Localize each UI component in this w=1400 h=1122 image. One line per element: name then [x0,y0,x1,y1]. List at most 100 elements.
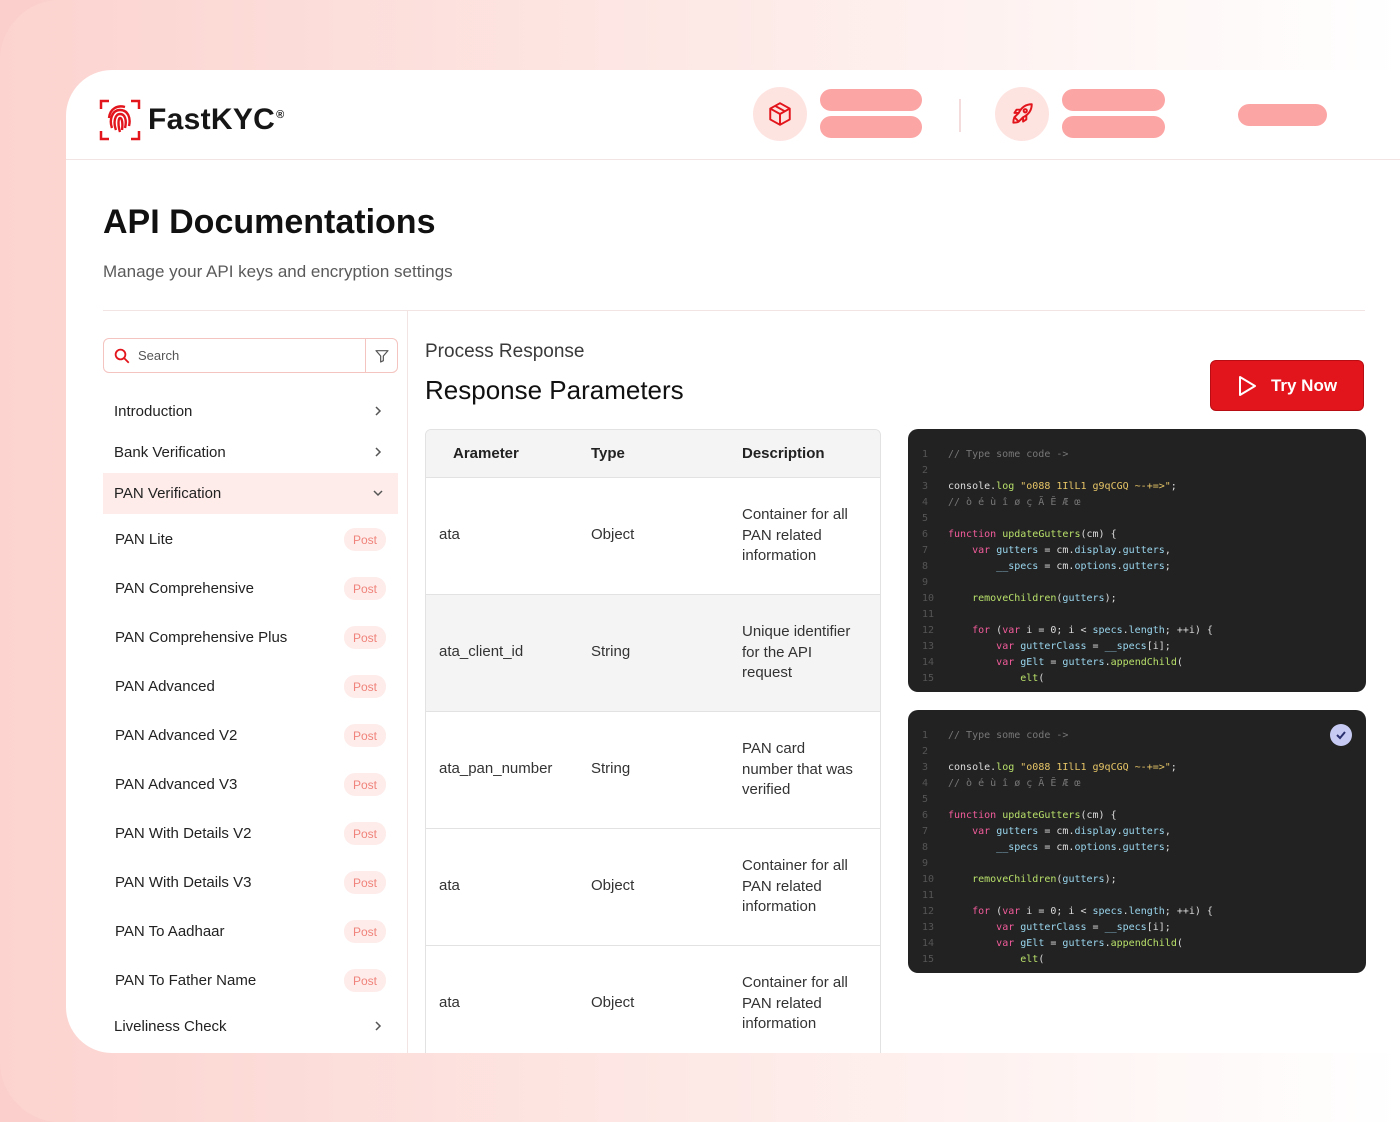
param-cell: ata_pan_number [439,760,553,777]
description-line: PAN card [742,740,806,757]
code-text: console.log "o088 1IlL1 g9qCGQ ~-+=>"; [948,762,1177,773]
play-icon [1238,375,1256,396]
code-text: var gElt = gutters.appendChild( [996,657,1183,668]
line-number: 7 [922,545,929,556]
column-header: Type [591,445,625,462]
sidebar-subitem-pan-with-details-v2[interactable]: PAN With Details V2 Post [103,809,398,858]
description-cell: Unique identifier for the API request [742,622,866,684]
line-number: 12 [922,906,935,917]
sidebar-item-liveliness-check[interactable]: Liveliness Check [103,1006,398,1047]
code-text: elt( [1020,673,1045,684]
sidebar-item-label: Bank Verification [114,444,226,461]
filter-icon [374,349,389,363]
line-number: 15 [922,954,935,965]
sidebar-subitem-label: PAN Advanced V3 [115,776,238,793]
code-text: console.log "o088 1IlL1 g9qCGQ ~-+=>"; [948,481,1177,492]
rocket-icon-button[interactable] [995,87,1049,141]
section-title: Response Parameters [425,375,684,405]
code-text: // ò é ù î ø ç Ã Ē Æ œ [948,497,1081,508]
line-number: 4 [922,497,929,508]
sidebar-subitem-pan-advanced-v2[interactable]: PAN Advanced V2 Post [103,711,398,760]
sidebar-subitem-pan-comprehensive[interactable]: PAN Comprehensive Post [103,564,398,613]
sidebar-subitem-pan-to-father-name[interactable]: PAN To Father Name Post [103,956,398,1005]
line-number: 15 [922,673,935,684]
table-row: ata Object Container for all PAN related inf… [426,829,880,946]
description-line: PAN related [742,994,822,1012]
header-action-placeholder[interactable] [1238,104,1327,126]
param-cell: ata_client_id [439,643,524,660]
sidebar-subitem-label: PAN Comprehensive Plus [115,629,288,646]
code-check-button[interactable] [1330,724,1352,746]
sidebar-divider [407,311,408,1053]
description-line: Container for all [742,974,848,991]
code-text: // Type some code -> [948,449,1069,460]
line-number: 4 [922,778,929,789]
line-number: 7 [922,826,929,837]
code-text: __specs = cm.options.gutters; [996,842,1171,853]
search-icon [114,348,130,363]
table-row: ata_client_id String Unique identifier for … [426,595,880,712]
description-line: for the API [742,643,813,661]
header-placeholder-bar [1062,116,1165,138]
description-line: Container for all [742,857,848,874]
param-cell: ata [439,526,460,543]
type-cell: Object [591,877,635,894]
try-now-label: Try Now [1270,375,1338,395]
brand-logo[interactable]: FastKYC® [98,98,285,142]
sidebar-subitem-label: PAN Lite [115,531,174,548]
method-badge: Post [343,626,386,649]
sidebar-item-pan-verification[interactable]: PAN Verification [103,473,398,514]
table-body: ata Object Container for all PAN related inf… [426,478,880,1053]
code-text: var gutterClass = __specs[i]; [996,922,1171,933]
description-line: Container for all [742,506,848,523]
box-icon [769,102,791,126]
header-divider [959,99,961,132]
code-text: removeChildren(gutters); [972,874,1117,885]
sidebar-item-label: PAN Verification [114,485,222,502]
code-block-2[interactable]: 1 // Type some code -> 2 3 console.log "o088… [908,710,1366,973]
top-header: FastKYC® [66,70,1400,160]
line-number: 3 [922,762,929,773]
code-text: for (var i = 0; i < specs.length; ++i) { [972,906,1213,917]
code-text: function updateGutters(cm) { [948,810,1117,821]
code-text: removeChildren(gutters); [972,593,1117,604]
line-number: 9 [922,577,929,588]
search-input[interactable] [138,348,358,363]
line-number: 10 [922,593,935,604]
code-text: var gutterClass = __specs[i]; [996,641,1171,652]
sidebar-subitem-label: PAN To Aadhaar [115,923,225,940]
line-number: 5 [922,513,929,524]
sidebar-subitem-pan-comprehensive-plus[interactable]: PAN Comprehensive Plus Post [103,613,398,662]
filter-button[interactable] [365,339,397,372]
box-icon-button[interactable] [753,87,807,141]
sidebar-subitem-pan-lite[interactable]: PAN Lite Post [103,515,398,564]
header-placeholder-bar [820,89,922,111]
line-number: 1 [922,449,929,460]
sidebar-subitem-pan-advanced[interactable]: PAN Advanced Post [103,662,398,711]
sidebar-subitem-label: PAN With Details V2 [115,825,252,842]
description-line: PAN related [742,526,822,544]
line-number: 13 [922,641,935,652]
sidebar-subitem-pan-with-details-v3[interactable]: PAN With Details V3 Post [103,858,398,907]
param-cell: ata [439,994,460,1011]
try-now-button[interactable]: Try Now [1210,360,1364,411]
table-row: ata Object Container for all PAN related inf… [426,478,880,595]
code-block-1[interactable]: 1 // Type some code -> 2 3 console.log "o088… [908,429,1366,692]
method-badge: Post [343,969,386,992]
sidebar-item-introduction[interactable]: Introduction [103,391,398,432]
type-cell: String [591,643,631,660]
table-row: ata_pan_number String PAN card number that … [426,712,880,829]
line-number: 3 [922,481,929,492]
code-text: var gutters = cm.display.gutters, [972,826,1171,837]
sidebar-item-bank-verification[interactable]: Bank Verification [103,432,398,473]
line-number: 12 [922,625,935,636]
line-number: 2 [922,746,929,757]
sidebar-subitem-pan-advanced-v3[interactable]: PAN Advanced V3 Post [103,760,398,809]
sidebar-item-label: Introduction [114,403,193,420]
code-text: // Type some code -> [948,730,1069,741]
table-row: ata Object Container for all PAN related inf… [426,946,880,1053]
page-title: API Documentations [103,203,436,241]
chevron-right-icon [375,1021,382,1031]
sidebar-subitem-pan-to-aadhaar[interactable]: PAN To Aadhaar Post [103,907,398,956]
code-text: elt( [1020,954,1045,965]
